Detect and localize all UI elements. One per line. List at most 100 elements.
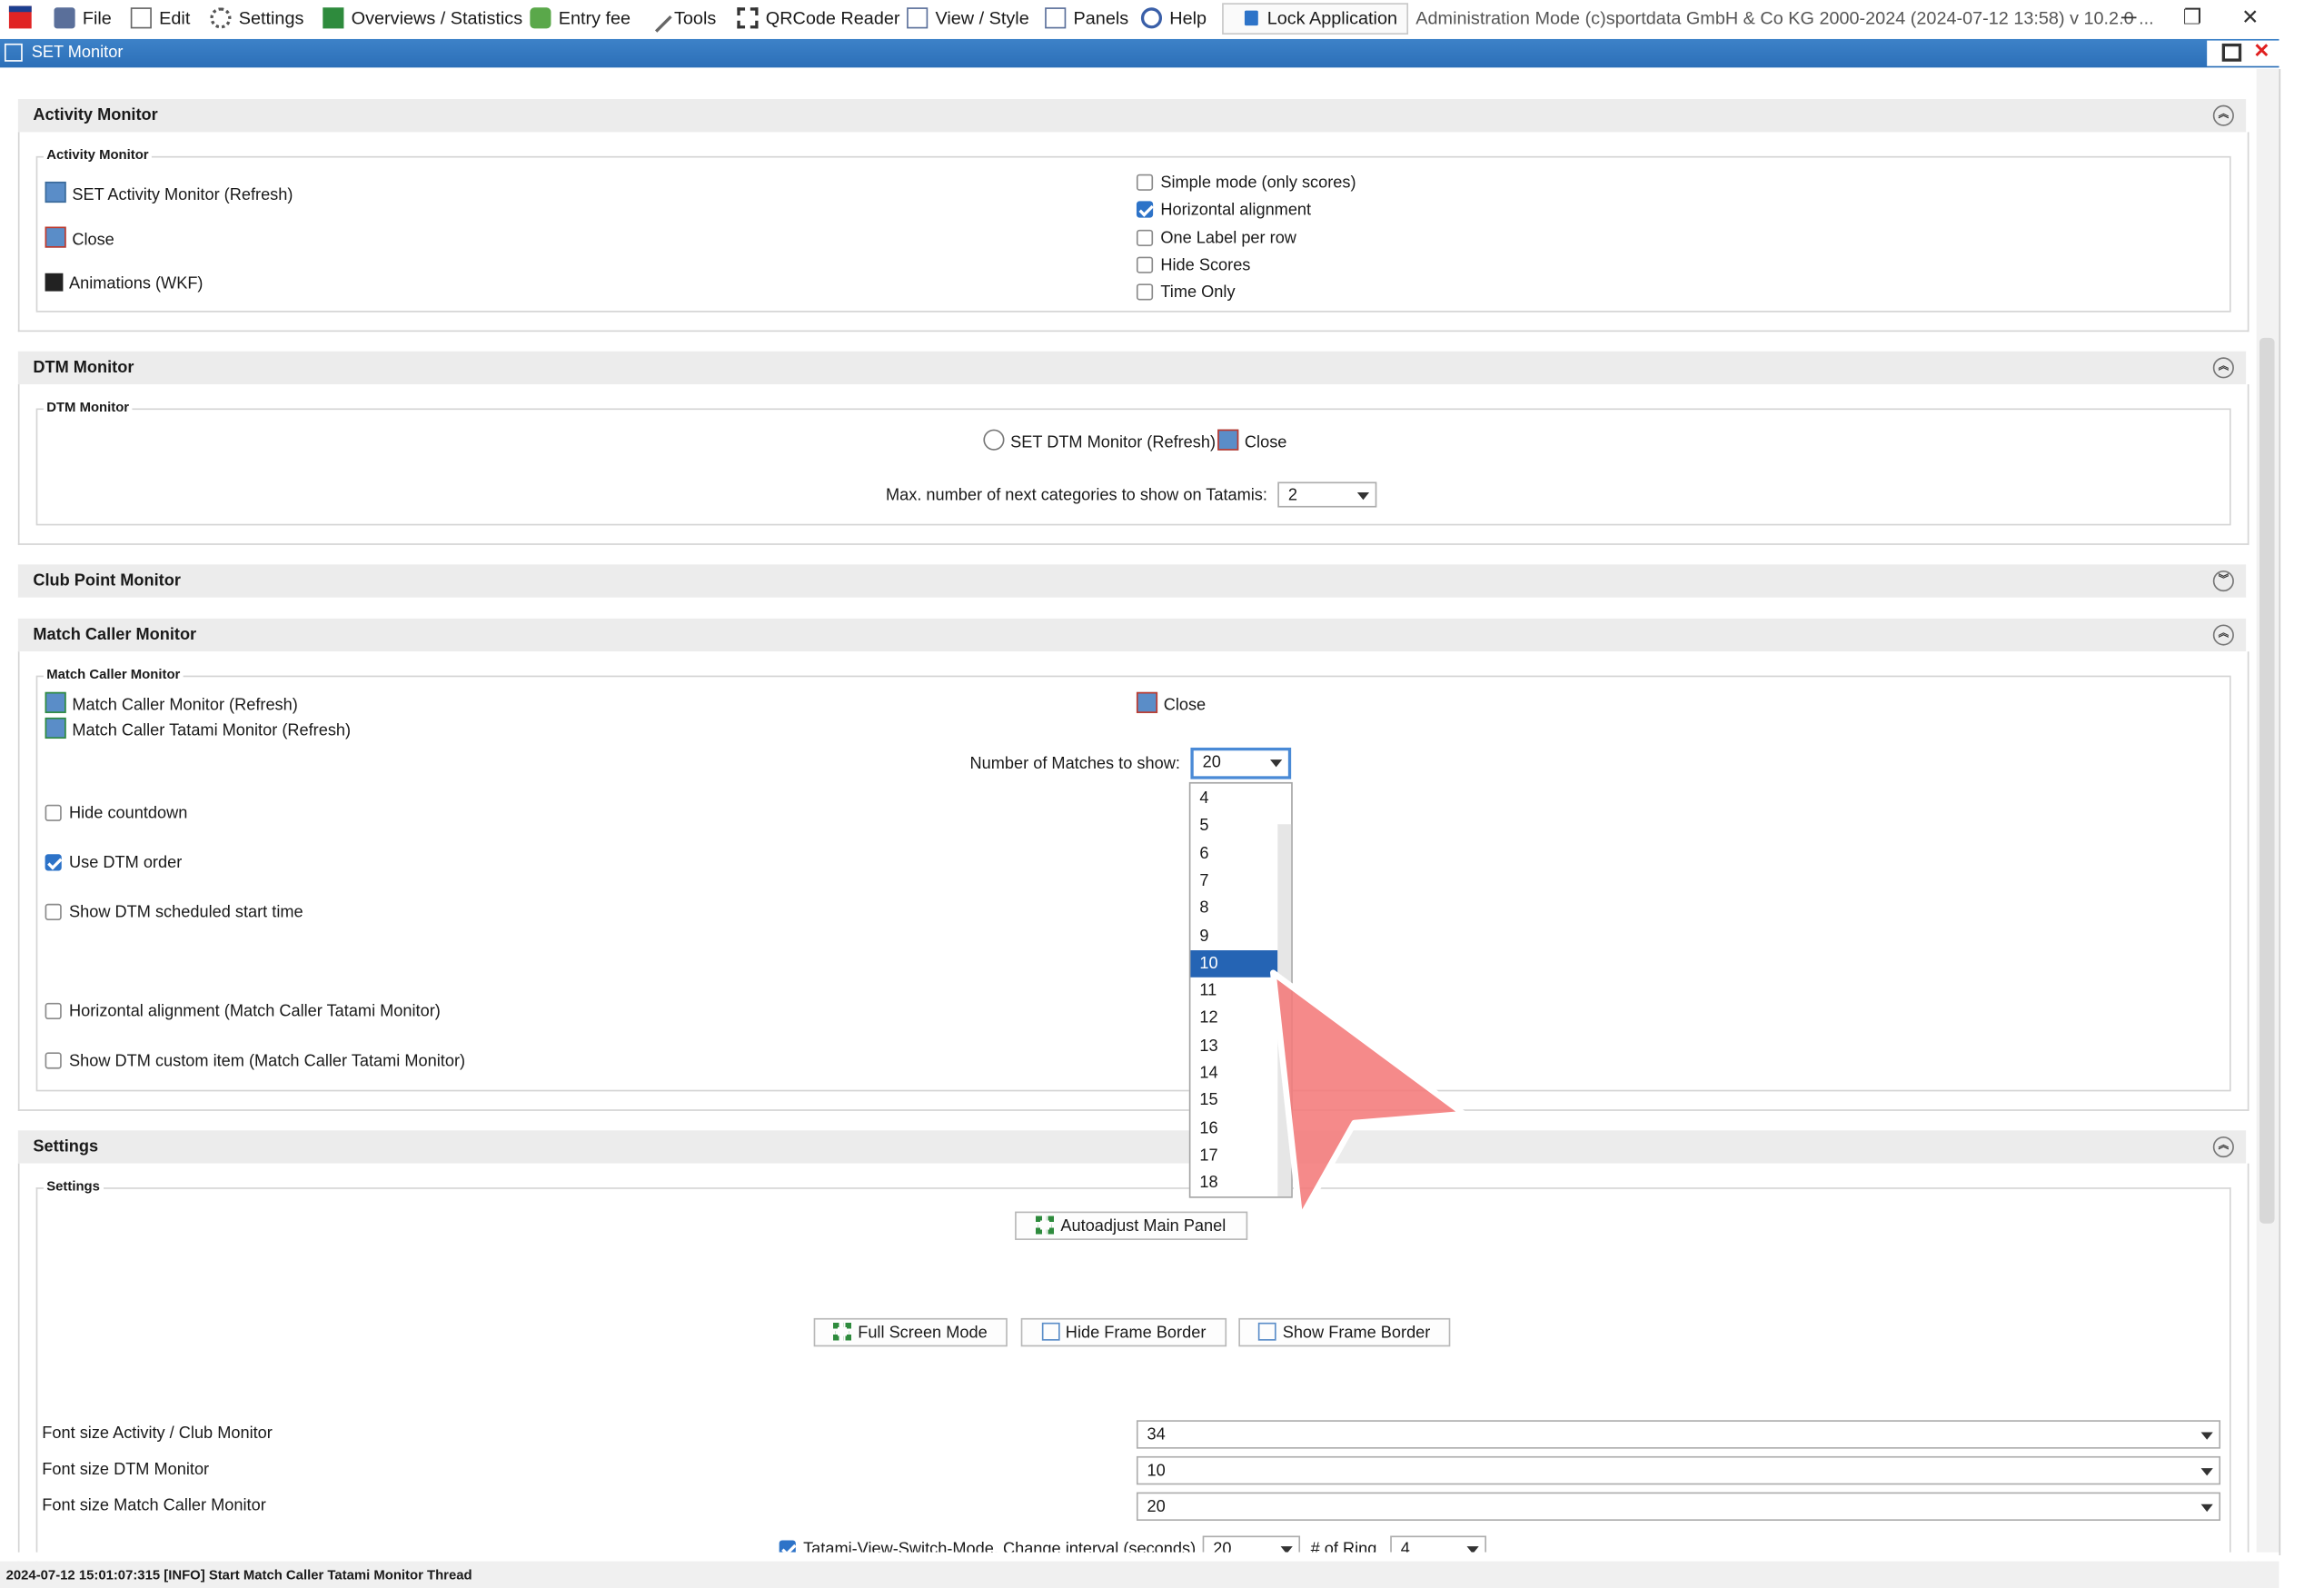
tatami-switch-checkbox[interactable]: Tatami-View-Switch-Mode, Change interval… [779, 1539, 1196, 1553]
frame-icon [1258, 1322, 1277, 1341]
show-frame-border-button[interactable]: Show Frame Border [1238, 1317, 1451, 1347]
pointer-cursor-icon [1270, 969, 1467, 1223]
maximize-frame-icon[interactable] [2221, 43, 2242, 62]
gear-icon [210, 7, 232, 29]
animation-icon [45, 273, 64, 292]
font-size-activity-select[interactable]: 34 [1136, 1420, 2221, 1449]
tatami-interval-select[interactable]: 20 [1202, 1535, 1301, 1553]
set-activity-monitor-refresh[interactable]: SET Activity Monitor (Refresh) [45, 181, 293, 205]
match-caller-close[interactable]: Close [1136, 691, 1206, 716]
dropdown-option[interactable]: 6 [1190, 840, 1277, 868]
lock-icon [1244, 10, 1258, 26]
checkbox-checked-icon [779, 1540, 796, 1553]
match-caller-tatami-monitor-refresh[interactable]: Match Caller Tatami Monitor (Refresh) [45, 717, 351, 741]
chevron-down-icon [2200, 1432, 2213, 1440]
match-caller-monitor-header[interactable]: Match Caller Monitor ︽ [17, 618, 2247, 652]
minimize-icon[interactable]: ─ [2121, 3, 2136, 30]
menu-view-style[interactable]: View / Style [907, 5, 1029, 32]
dropdown-option[interactable]: 8 [1190, 895, 1277, 922]
checkbox-checked-icon [1136, 201, 1154, 218]
menu-qrcode[interactable]: QRCode Reader [737, 5, 899, 32]
collapse-icon[interactable]: ︽ [2212, 357, 2234, 379]
close-monitor-icon [45, 226, 66, 248]
font-size-match-caller-select[interactable]: 20 [1136, 1492, 2221, 1521]
menu-file[interactable]: File [54, 5, 112, 32]
time-only-checkbox[interactable]: Time Only [1136, 283, 1236, 303]
activity-monitor-group: Activity Monitor [35, 146, 2231, 313]
wrench-icon [640, 0, 672, 33]
menu-bar: File Edit Settings Overviews / Statistic… [0, 0, 2324, 36]
activity-close[interactable]: Close [45, 226, 114, 251]
match-caller-monitor-refresh[interactable]: Match Caller Monitor (Refresh) [45, 691, 298, 716]
max-categories-select[interactable]: 2 [1277, 481, 1377, 508]
hide-scores-checkbox[interactable]: Hide Scores [1136, 255, 1250, 276]
collapse-icon[interactable]: ︽ [2212, 1136, 2234, 1158]
checkbox-icon [1136, 229, 1154, 247]
fullscreen-icon [833, 1322, 852, 1341]
checkbox-icon [1136, 283, 1154, 301]
menu-overviews[interactable]: Overviews / Statistics [323, 5, 522, 32]
menu-settings[interactable]: Settings [210, 5, 303, 32]
frame-controls: ✕ [2207, 39, 2279, 66]
checkbox-icon [45, 903, 62, 920]
hide-countdown-checkbox[interactable]: Hide countdown [45, 803, 188, 824]
menu-edit[interactable]: Edit [130, 5, 190, 32]
money-icon [530, 7, 551, 29]
checkbox-icon [45, 1002, 62, 1020]
club-point-monitor-header[interactable]: Club Point Monitor ︾ [17, 564, 2247, 598]
collapse-icon[interactable]: ︽ [2212, 624, 2234, 646]
menu-help[interactable]: Help [1140, 5, 1207, 32]
ring-select[interactable]: 4 [1390, 1535, 1486, 1553]
close-window-icon[interactable]: ✕ [2241, 3, 2259, 30]
simple-mode-checkbox[interactable]: Simple mode (only scores) [1136, 173, 1356, 194]
dropdown-option[interactable]: 5 [1190, 812, 1277, 839]
chevron-down-icon [1270, 759, 1283, 768]
show-dtm-custom-item-checkbox[interactable]: Show DTM custom item (Match Caller Tatam… [45, 1051, 465, 1072]
autoadjust-main-panel-button[interactable]: Autoadjust Main Panel [1015, 1211, 1248, 1240]
font-size-dtm-select[interactable]: 10 [1136, 1455, 2221, 1485]
dropdown-option[interactable]: 9 [1190, 922, 1277, 949]
set-dtm-monitor-refresh[interactable]: SET DTM Monitor (Refresh) [983, 429, 1216, 453]
dtm-close[interactable]: Close [1217, 429, 1286, 453]
horizontal-alignment-checkbox[interactable]: Horizontal alignment [1136, 200, 1311, 221]
refresh-icon [983, 429, 1005, 451]
number-of-matches-label: Number of Matches to show: [969, 755, 1180, 774]
show-dtm-start-time-checkbox[interactable]: Show DTM scheduled start time [45, 902, 303, 923]
panels-icon [1045, 7, 1067, 29]
dropdown-option[interactable]: 7 [1190, 868, 1277, 895]
qrcode-icon [737, 7, 759, 29]
horizontal-alignment-tatami-checkbox[interactable]: Horizontal alignment (Match Caller Tatam… [45, 1001, 441, 1022]
panel-bottom-edge [0, 1552, 2279, 1562]
checkbox-icon [45, 804, 62, 821]
expand-icon[interactable]: ︾ [2212, 570, 2234, 592]
one-label-per-row-checkbox[interactable]: One Label per row [1136, 228, 1296, 249]
restore-icon[interactable]: ❐ [2183, 3, 2202, 30]
frame-icon [1041, 1322, 1060, 1341]
lock-application-button[interactable]: Lock Application [1222, 3, 1409, 35]
animations-wkf[interactable]: Animations (WKF) [45, 273, 204, 294]
number-of-matches-select[interactable]: 20 [1190, 747, 1292, 779]
full-screen-mode-button[interactable]: Full Screen Mode [813, 1317, 1008, 1347]
activity-monitor-header[interactable]: Activity Monitor ︽ [17, 99, 2247, 133]
match-caller-group: Match Caller Monitor [35, 666, 2231, 1092]
edit-icon [130, 7, 152, 29]
tatami-switch-row: Tatami-View-Switch-Mode, Change interval… [0, 1534, 2257, 1553]
file-icon [54, 7, 75, 29]
menu-tools[interactable]: Tools [640, 0, 716, 33]
close-frame-icon[interactable]: ✕ [2253, 39, 2269, 63]
hide-frame-border-button[interactable]: Hide Frame Border [1020, 1317, 1227, 1347]
menu-entry-fee[interactable]: Entry fee [530, 5, 631, 32]
admin-mode-text: Administration Mode (c)sportdata GmbH & … [1415, 7, 2154, 29]
menu-panels[interactable]: Panels [1045, 5, 1128, 32]
dtm-monitor-header[interactable]: DTM Monitor ︽ [17, 351, 2247, 385]
app-logo-icon [8, 5, 32, 29]
use-dtm-order-checkbox[interactable]: Use DTM order [45, 853, 183, 874]
collapse-icon[interactable]: ︽ [2212, 104, 2234, 126]
help-icon [1140, 7, 1163, 29]
app-window: File Edit Settings Overviews / Statistic… [0, 0, 2324, 1588]
monitor-icon [45, 717, 66, 739]
scrollbar-thumb[interactable] [2259, 337, 2275, 1224]
font-size-activity-label: Font size Activity / Club Monitor [42, 1424, 273, 1444]
settings-header[interactable]: Settings ︽ [17, 1130, 2247, 1164]
dropdown-option[interactable]: 4 [1190, 785, 1277, 812]
